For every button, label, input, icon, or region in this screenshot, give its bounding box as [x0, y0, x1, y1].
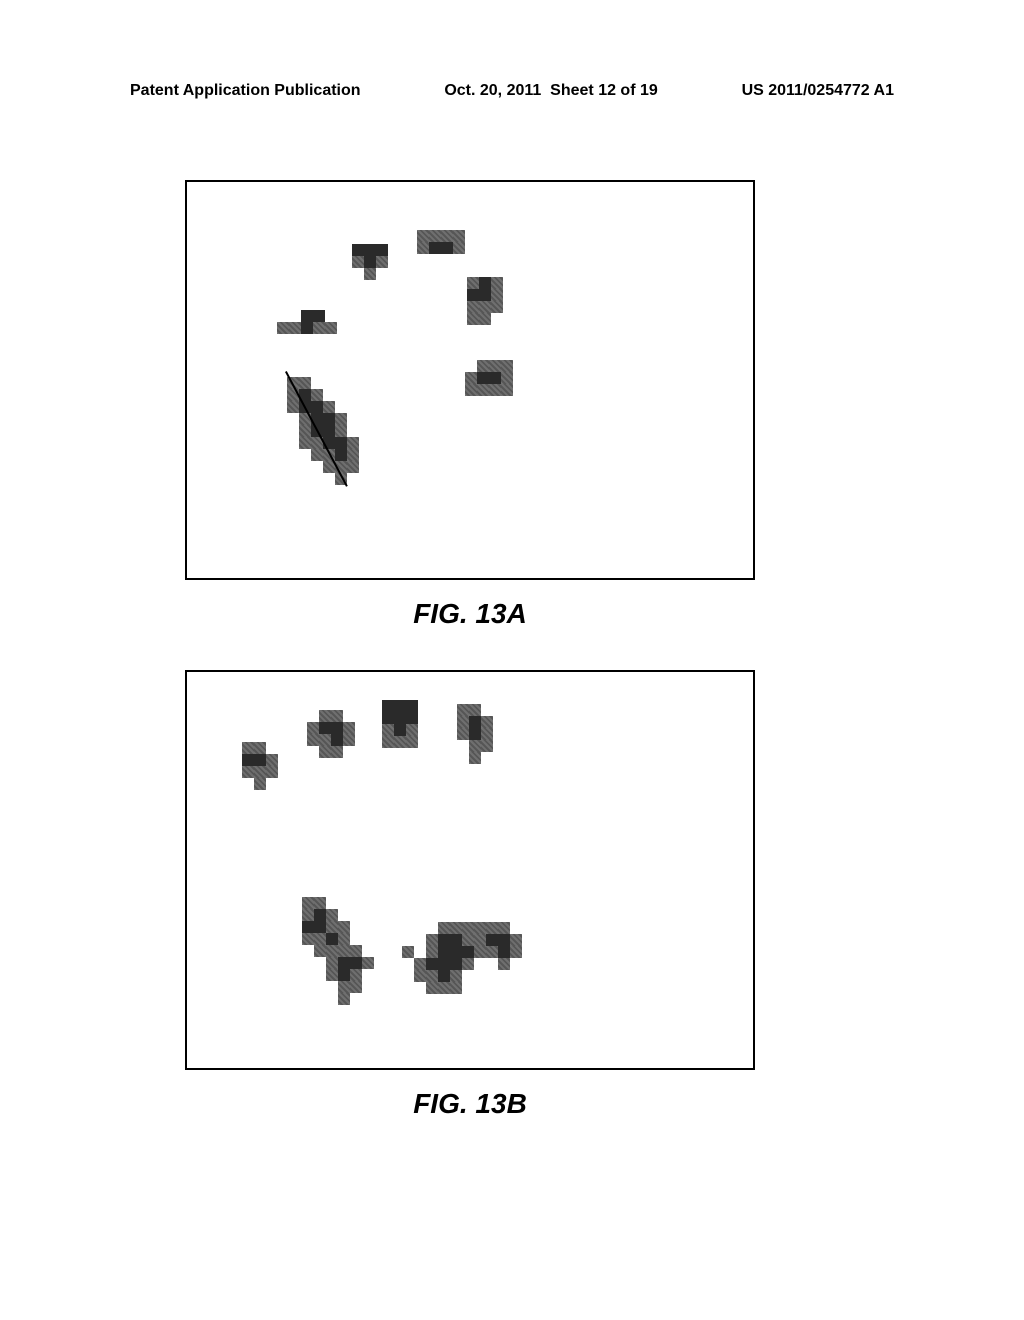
- figure-13a-box: [185, 180, 755, 580]
- publication-number: US 2011/0254772 A1: [742, 82, 894, 100]
- blob-a1: [277, 310, 337, 334]
- blob-b1: [242, 742, 278, 790]
- pub-date: Oct. 20, 2011: [444, 82, 541, 99]
- blob-b3: [382, 700, 418, 748]
- figure-13b-box: [185, 670, 755, 1070]
- figure-13b-container: FIG. 13B: [185, 670, 755, 1120]
- figure-13a-label: FIG. 13A: [185, 598, 755, 630]
- sheet-number: Sheet 12 of 19: [550, 82, 658, 99]
- page-header: Patent Application Publication Oct. 20, …: [0, 82, 1024, 100]
- blob-b4: [457, 704, 493, 764]
- blob-b5: [302, 897, 386, 1005]
- blob-b2: [307, 710, 355, 758]
- blob-a3: [417, 230, 465, 254]
- figure-13b-label: FIG. 13B: [185, 1088, 755, 1120]
- blob-a5: [465, 360, 513, 396]
- publication-date-sheet: Oct. 20, 2011 Sheet 12 of 19: [444, 82, 657, 100]
- publication-type: Patent Application Publication: [130, 82, 361, 100]
- blob-b6: [402, 922, 522, 994]
- blob-a2: [352, 244, 400, 280]
- figure-13a-container: FIG. 13A: [185, 180, 755, 630]
- blob-a4: [467, 277, 503, 325]
